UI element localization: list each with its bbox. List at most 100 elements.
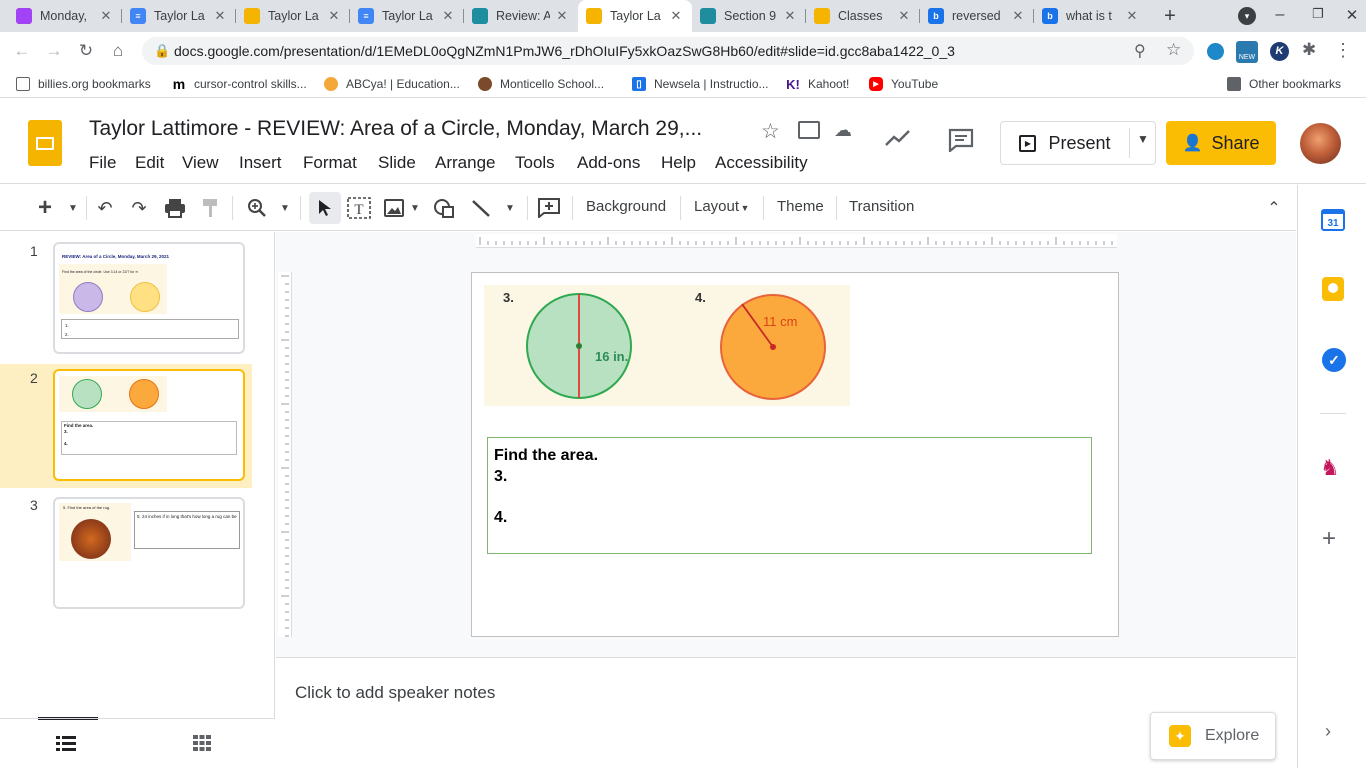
- bookmark-kahoot[interactable]: K! Kahoot!: [786, 70, 849, 98]
- line-dropdown-icon[interactable]: ▼: [501, 196, 519, 220]
- zoom-icon[interactable]: ⚲: [1134, 41, 1146, 61]
- back-icon[interactable]: ←: [10, 40, 34, 62]
- theme-button[interactable]: Theme: [777, 198, 824, 215]
- menu-insert[interactable]: Insert: [239, 153, 282, 173]
- slide-thumbnail-2-selected[interactable]: Find the area. 3. 4.: [53, 369, 245, 481]
- present-button[interactable]: ▶ Present: [1001, 122, 1129, 164]
- browser-tab-6-active[interactable]: Taylor La ✕: [578, 0, 692, 32]
- transition-button[interactable]: Transition: [849, 198, 914, 215]
- extension-new-icon[interactable]: NEW: [1236, 41, 1258, 63]
- present-options-dropdown[interactable]: ▼: [1131, 132, 1155, 154]
- browser-tab-5[interactable]: Review: A ✕: [464, 0, 578, 32]
- reload-icon[interactable]: ↻: [74, 40, 98, 62]
- image-dropdown-icon[interactable]: ▼: [408, 196, 422, 220]
- addon-unicorn-icon[interactable]: ♞: [1320, 455, 1340, 481]
- tasks-icon[interactable]: ✓: [1322, 348, 1346, 372]
- browser-menu-icon[interactable]: ⋮: [1334, 40, 1352, 61]
- document-title[interactable]: Taylor Lattimore - REVIEW: Area of a Cir…: [89, 117, 702, 141]
- circle-figure-image[interactable]: 3. 16 in. 4. 11 cm: [484, 285, 850, 406]
- restore-icon[interactable]: ❐: [1306, 6, 1330, 26]
- menu-edit[interactable]: Edit: [135, 153, 164, 173]
- close-icon[interactable]: ✕: [896, 8, 912, 24]
- browser-tab-4[interactable]: ≡ Taylor La ✕: [350, 0, 464, 32]
- zoom-icon[interactable]: [244, 196, 270, 220]
- window-close-icon[interactable]: ✕: [1340, 6, 1364, 26]
- get-addons-plus-icon[interactable]: +: [1322, 525, 1336, 553]
- bookmark-newsela[interactable]: ▯ Newsela | Instructio...: [632, 70, 769, 98]
- line-icon[interactable]: [468, 196, 494, 220]
- bookmark-cursor-control[interactable]: m cursor-control skills...: [172, 70, 307, 98]
- new-tab-icon[interactable]: +: [1158, 4, 1182, 28]
- move-folder-icon[interactable]: [798, 121, 820, 139]
- speaker-notes-placeholder[interactable]: Click to add speaker notes: [295, 683, 495, 703]
- close-icon[interactable]: ✕: [440, 8, 456, 24]
- background-button[interactable]: Background: [586, 198, 666, 215]
- menu-help[interactable]: Help: [661, 153, 696, 173]
- filmstrip-view-icon[interactable]: [56, 735, 76, 751]
- bookmark-star-icon[interactable]: ☆: [1166, 40, 1181, 60]
- calendar-icon[interactable]: 31: [1321, 209, 1345, 231]
- activity-dashboard-icon[interactable]: [884, 128, 912, 148]
- shape-icon[interactable]: [431, 196, 457, 220]
- omnibox[interactable]: 🔒 docs.google.com/presentation/d/1EMeDL0…: [142, 37, 1194, 65]
- comments-icon[interactable]: [948, 128, 974, 154]
- speaker-notes[interactable]: Click to add speaker notes: [276, 657, 1296, 768]
- close-icon[interactable]: ✕: [668, 8, 684, 24]
- menu-accessibility[interactable]: Accessibility: [715, 153, 808, 173]
- tab-search-icon[interactable]: ▾: [1238, 7, 1256, 25]
- menu-slide[interactable]: Slide: [378, 153, 416, 173]
- print-icon[interactable]: [162, 196, 188, 220]
- close-icon[interactable]: ✕: [1124, 8, 1140, 24]
- zoom-dropdown-icon[interactable]: ▼: [276, 196, 294, 220]
- browser-tab-2[interactable]: ≡ Taylor La ✕: [122, 0, 236, 32]
- menu-arrange[interactable]: Arrange: [435, 153, 495, 173]
- collapse-toolbar-icon[interactable]: ⌃: [1262, 196, 1286, 220]
- add-comment-icon[interactable]: [536, 196, 562, 220]
- close-icon[interactable]: ✕: [98, 8, 114, 24]
- close-icon[interactable]: ✕: [326, 8, 342, 24]
- layout-dropdown-icon[interactable]: ▼: [738, 196, 752, 220]
- bookmark-monticello[interactable]: Monticello School...: [478, 70, 604, 98]
- close-icon[interactable]: ✕: [554, 8, 570, 24]
- bookmark-billies[interactable]: billies.org bookmarks: [16, 70, 151, 98]
- bookmark-youtube[interactable]: ▶ YouTube: [869, 70, 938, 98]
- close-icon[interactable]: ✕: [212, 8, 228, 24]
- slide-thumbnail-1[interactable]: REVIEW: Area of a Circle, Monday, March …: [53, 242, 245, 354]
- cloud-status-icon[interactable]: ☁: [834, 120, 852, 141]
- browser-tab-7[interactable]: Section 9 ✕: [692, 0, 806, 32]
- star-icon[interactable]: ☆: [761, 119, 780, 144]
- share-button[interactable]: 👤 Share: [1166, 121, 1276, 165]
- slide-thumbnail-3[interactable]: 5. Find the area of the rug. 5. 24 inche…: [53, 497, 245, 609]
- expand-panel-icon[interactable]: ›: [1325, 721, 1331, 742]
- new-slide-icon[interactable]: +: [30, 194, 60, 221]
- home-icon[interactable]: ⌂: [106, 40, 130, 62]
- text-box-icon[interactable]: T: [346, 196, 372, 220]
- layout-button[interactable]: Layout: [694, 198, 739, 215]
- keep-icon[interactable]: [1322, 277, 1344, 301]
- menu-view[interactable]: View: [182, 153, 219, 173]
- browser-tab-10[interactable]: b what is t ✕: [1034, 0, 1148, 32]
- image-icon[interactable]: [382, 196, 406, 220]
- current-slide[interactable]: 3. 16 in. 4. 11 cm Find the area. 3. 4.: [471, 272, 1119, 637]
- minimize-icon[interactable]: –: [1268, 6, 1292, 26]
- paint-format-icon[interactable]: [198, 196, 224, 220]
- bookmark-abcya[interactable]: ABCya! | Education...: [324, 70, 460, 98]
- browser-tab-1[interactable]: Monday, ✕: [8, 0, 122, 32]
- avatar[interactable]: [1300, 123, 1341, 164]
- browser-tab-8[interactable]: Classes ✕: [806, 0, 920, 32]
- slides-logo-icon[interactable]: [28, 120, 62, 166]
- forward-icon[interactable]: →: [42, 40, 66, 62]
- grid-view-icon[interactable]: [193, 735, 211, 751]
- menu-tools[interactable]: Tools: [515, 153, 555, 173]
- explore-button[interactable]: ✦ Explore: [1150, 712, 1276, 760]
- other-bookmarks[interactable]: Other bookmarks: [1227, 70, 1341, 98]
- undo-icon[interactable]: ↶: [92, 196, 118, 220]
- new-slide-dropdown-icon[interactable]: ▼: [64, 196, 82, 220]
- menu-format[interactable]: Format: [303, 153, 357, 173]
- redo-icon[interactable]: ↷: [126, 196, 152, 220]
- menu-addons[interactable]: Add-ons: [577, 153, 640, 173]
- extensions-puzzle-icon[interactable]: ✱: [1302, 40, 1316, 60]
- extension-k-icon[interactable]: K: [1270, 42, 1289, 61]
- answer-textbox[interactable]: Find the area. 3. 4.: [487, 437, 1092, 554]
- extension-globe-icon[interactable]: [1207, 43, 1224, 60]
